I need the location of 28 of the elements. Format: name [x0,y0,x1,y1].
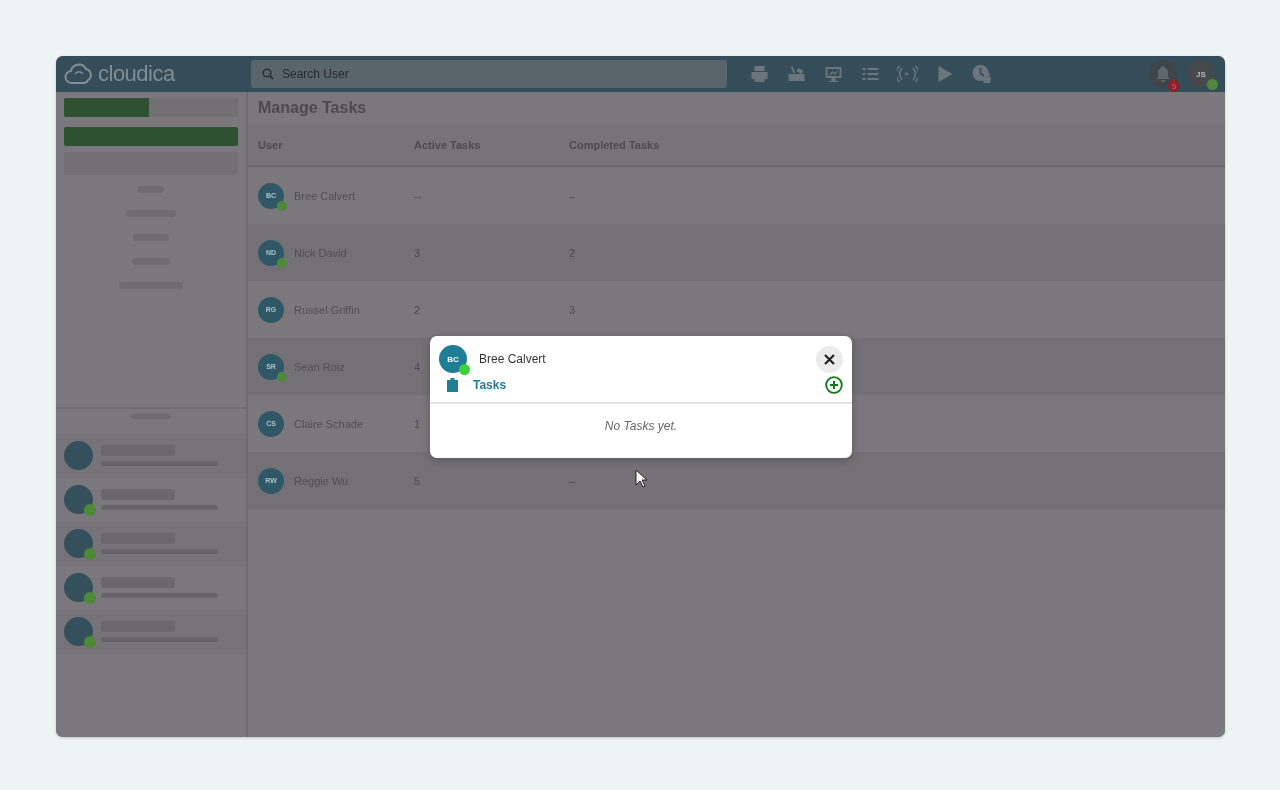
close-icon [824,353,835,365]
close-button[interactable] [816,345,843,373]
tray-icon[interactable] [786,64,807,84]
search-field[interactable]: Search User [251,60,727,88]
clock-icon[interactable] [971,64,992,84]
user-avatar [64,573,93,602]
search-icon [262,68,274,80]
notification-count: 5 [1168,80,1180,92]
table-cell: – [569,474,576,487]
user-avatar [64,617,93,646]
printer-icon[interactable] [749,64,770,84]
clipboard-icon [447,378,458,392]
table-cell: – [569,189,576,202]
table-cell: -- [414,189,422,202]
add-icon[interactable] [825,376,843,394]
logo-text: cloudica [98,61,175,87]
bell-icon [1154,65,1172,83]
user-avatar: BC [439,345,467,373]
monitor-icon[interactable] [823,64,844,84]
user-avatar [64,485,93,514]
cloud-logo-icon [64,61,94,87]
section-title: Tasks [473,378,507,392]
cursor-icon [635,469,647,488]
account-avatar[interactable]: JS [1187,60,1215,88]
user-name: Bree Calvert [479,352,546,366]
user-avatar [64,529,93,558]
empty-message: No Tasks yet. [603,418,679,433]
broadcast-icon[interactable] [897,64,918,84]
